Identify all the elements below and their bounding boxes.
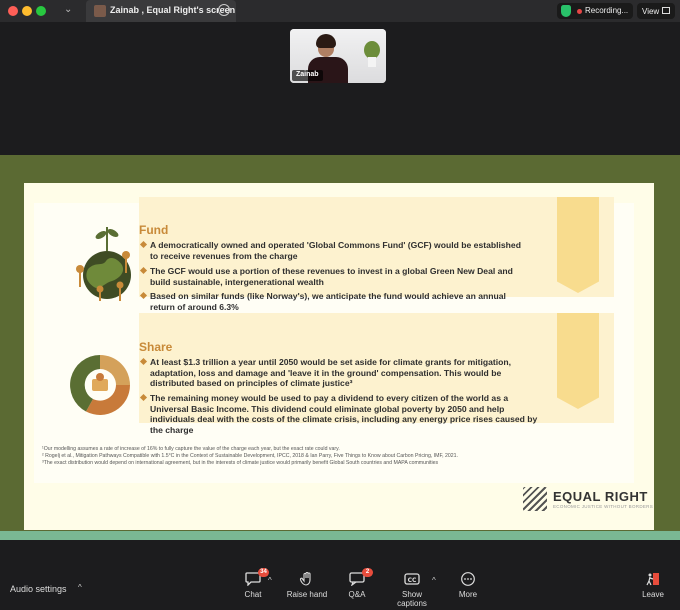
- shield-icon: [561, 5, 571, 17]
- more-options-icon[interactable]: ⋯: [218, 4, 230, 16]
- presentation-slide: Fund A democratically owned and operated…: [24, 183, 654, 530]
- screen-share-tab[interactable]: Zainab , Equal Right's screen ⋯: [86, 0, 236, 22]
- chevron-down-icon[interactable]: ⌄: [64, 4, 72, 15]
- chevron-up-icon[interactable]: ^: [268, 576, 272, 585]
- chevron-up-icon[interactable]: ^: [432, 576, 436, 585]
- recording-dot-icon: [577, 9, 582, 14]
- raise-hand-button[interactable]: Raise hand: [286, 571, 328, 599]
- list-item: The GCF would use a portion of these rev…: [139, 266, 530, 287]
- list-item: Based on similar funds (like Norway's), …: [139, 291, 530, 312]
- close-window-button[interactable]: [8, 6, 18, 16]
- closed-caption-icon: CC: [404, 572, 420, 586]
- leave-icon: [645, 572, 661, 586]
- ribbon-decoration: [557, 313, 599, 409]
- share-pie-icon: [70, 355, 130, 415]
- fund-heading: Fund: [139, 223, 169, 237]
- list-item: A democratically owned and operated 'Glo…: [139, 240, 530, 261]
- ribbon-decoration: [557, 197, 599, 293]
- tab-title: Zainab , Equal Right's screen: [110, 5, 236, 15]
- list-item: The remaining money would be used to pay…: [139, 393, 545, 435]
- grid-view-icon: [662, 7, 670, 14]
- hand-icon: [299, 571, 315, 586]
- chat-icon: 34: [245, 568, 269, 587]
- recording-indicator[interactable]: Recording...: [557, 3, 633, 19]
- svg-text:CC: CC: [408, 577, 417, 584]
- leave-button[interactable]: Leave: [641, 572, 665, 599]
- view-button[interactable]: View: [637, 3, 675, 19]
- zoom-window-button[interactable]: [36, 6, 46, 16]
- participant-name: Zainab: [292, 70, 323, 81]
- more-button[interactable]: More: [457, 572, 479, 599]
- globe-plant-icon: [76, 227, 131, 301]
- view-label: View: [642, 7, 660, 16]
- participant-video[interactable]: Zainab: [290, 29, 386, 83]
- meeting-toolbar: Audio settings ^ 34 Chat ^ Raise hand 2 …: [0, 566, 680, 610]
- slide-footnotes: ¹Our modelling assumes a rate of increas…: [42, 446, 458, 466]
- list-item: At least $1.3 trillion a year until 2050…: [139, 357, 545, 389]
- recording-label: Recording...: [585, 6, 629, 15]
- equal-right-logo: EQUAL RIGHT ECONOMIC JUSTICE WITHOUT BOR…: [523, 487, 653, 511]
- logo-icon: [523, 487, 547, 511]
- qa-button[interactable]: 2 Q&A: [347, 568, 373, 599]
- chat-button[interactable]: 34 Chat: [241, 568, 269, 599]
- qa-badge: 2: [362, 568, 373, 577]
- qa-icon: 2: [349, 568, 373, 587]
- title-bar: ⌄ Zainab , Equal Right's screen ⋯ Record…: [0, 0, 680, 22]
- share-heading: Share: [139, 340, 173, 354]
- audio-settings-button[interactable]: Audio settings: [10, 584, 67, 594]
- show-captions-button[interactable]: CC Show captions: [386, 572, 438, 608]
- minimize-window-button[interactable]: [22, 6, 32, 16]
- chevron-up-icon[interactable]: ^: [78, 583, 82, 592]
- more-icon: [460, 572, 476, 586]
- avatar: [94, 5, 106, 17]
